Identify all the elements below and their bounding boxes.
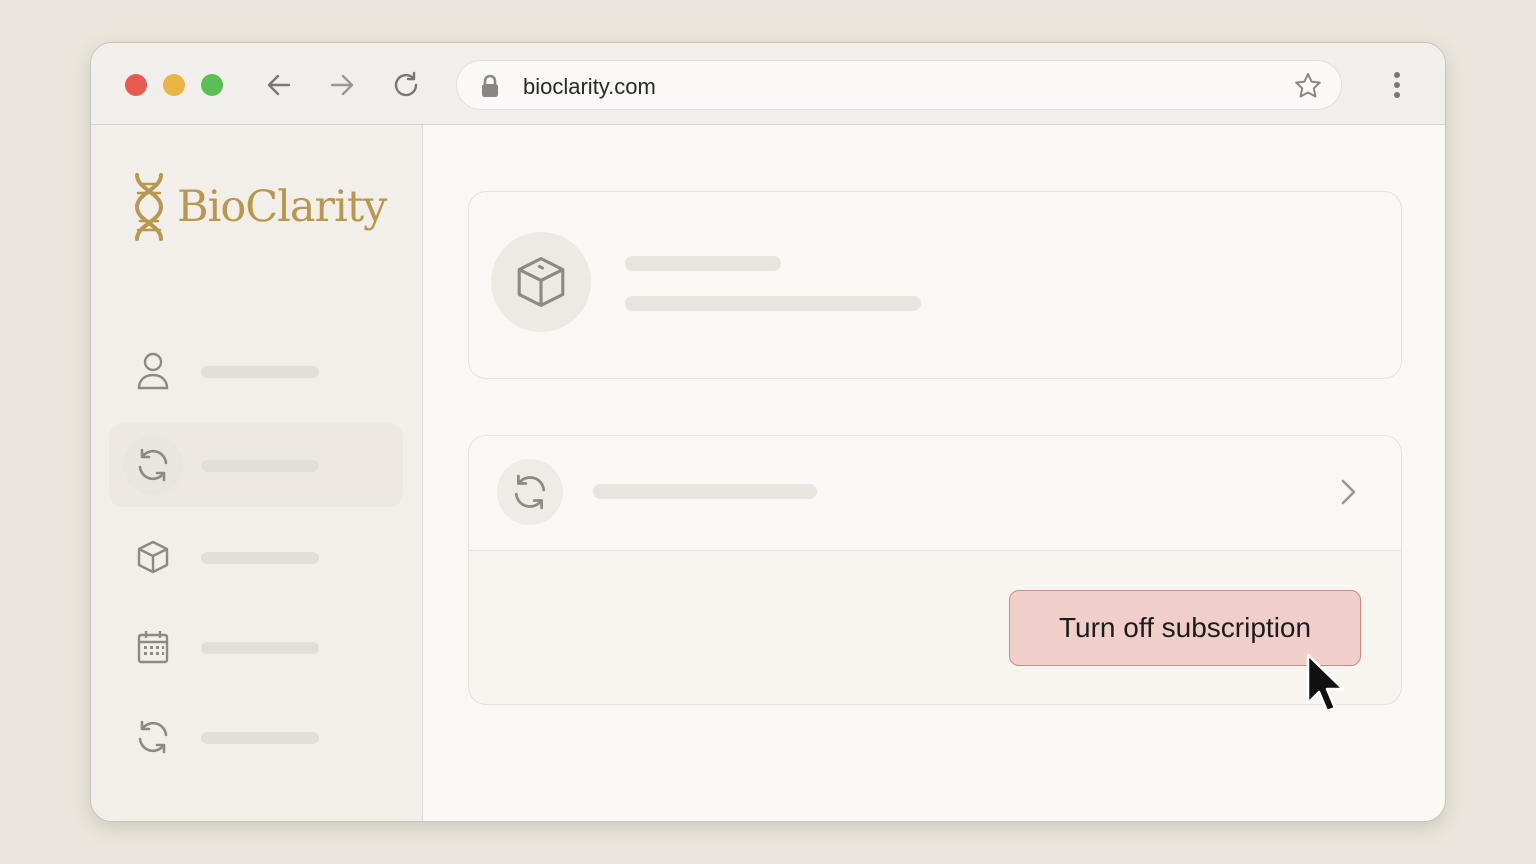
- arrow-left-icon: [267, 74, 291, 96]
- chevron-right-icon: [1337, 476, 1359, 513]
- maximize-window-button[interactable]: [201, 74, 223, 96]
- product-title-placeholder: [625, 256, 781, 271]
- browser-window: bioclarity.com BioClarity Turn off subsc…: [90, 42, 1446, 822]
- product-card: [468, 191, 1402, 379]
- dna-icon: [134, 173, 164, 241]
- box-icon: [491, 232, 591, 332]
- subscription-card: Turn off subscription: [468, 435, 1402, 705]
- sidebar-item-label-placeholder: [201, 366, 319, 378]
- sidebar-item-account[interactable]: [109, 329, 403, 413]
- brand-name: BioClarity: [177, 182, 387, 232]
- mouse-pointer-icon: [1305, 652, 1347, 719]
- product-subtitle-placeholder: [625, 296, 921, 311]
- subscription-row[interactable]: [469, 436, 1401, 551]
- brand-logo[interactable]: BioClarity: [129, 171, 387, 243]
- user-icon: [135, 352, 171, 390]
- reload-icon: [394, 71, 418, 97]
- sidebar-item-calendar[interactable]: [109, 605, 403, 689]
- box-icon: [135, 539, 171, 575]
- sidebar: BioClarity: [91, 125, 423, 821]
- refresh-icon: [497, 459, 563, 525]
- refresh-icon: [123, 435, 183, 495]
- minimize-window-button[interactable]: [163, 74, 185, 96]
- sidebar-item-subscriptions[interactable]: [109, 423, 403, 507]
- sidebar-item-label-placeholder: [201, 732, 319, 744]
- calendar-icon: [135, 629, 171, 665]
- url-text: bioclarity.com: [523, 74, 656, 99]
- arrow-right-icon: [330, 74, 354, 96]
- browser-toolbar: bioclarity.com: [91, 43, 1445, 125]
- lock-icon: [479, 74, 501, 103]
- forward-button[interactable]: [324, 67, 360, 103]
- back-button[interactable]: [261, 67, 297, 103]
- address-bar[interactable]: bioclarity.com: [456, 60, 1342, 110]
- kebab-menu-icon[interactable]: [1383, 69, 1411, 101]
- reload-button[interactable]: [388, 67, 424, 103]
- sidebar-item-orders[interactable]: [109, 515, 403, 599]
- sidebar-item-label-placeholder: [201, 642, 319, 654]
- sidebar-item-label-placeholder: [201, 552, 319, 564]
- star-icon[interactable]: [1293, 71, 1323, 106]
- subscription-title-placeholder: [593, 484, 817, 499]
- refresh-icon: [135, 719, 171, 755]
- close-window-button[interactable]: [125, 74, 147, 96]
- sidebar-item-label-placeholder: [201, 460, 319, 472]
- sidebar-item-renewals[interactable]: [109, 695, 403, 779]
